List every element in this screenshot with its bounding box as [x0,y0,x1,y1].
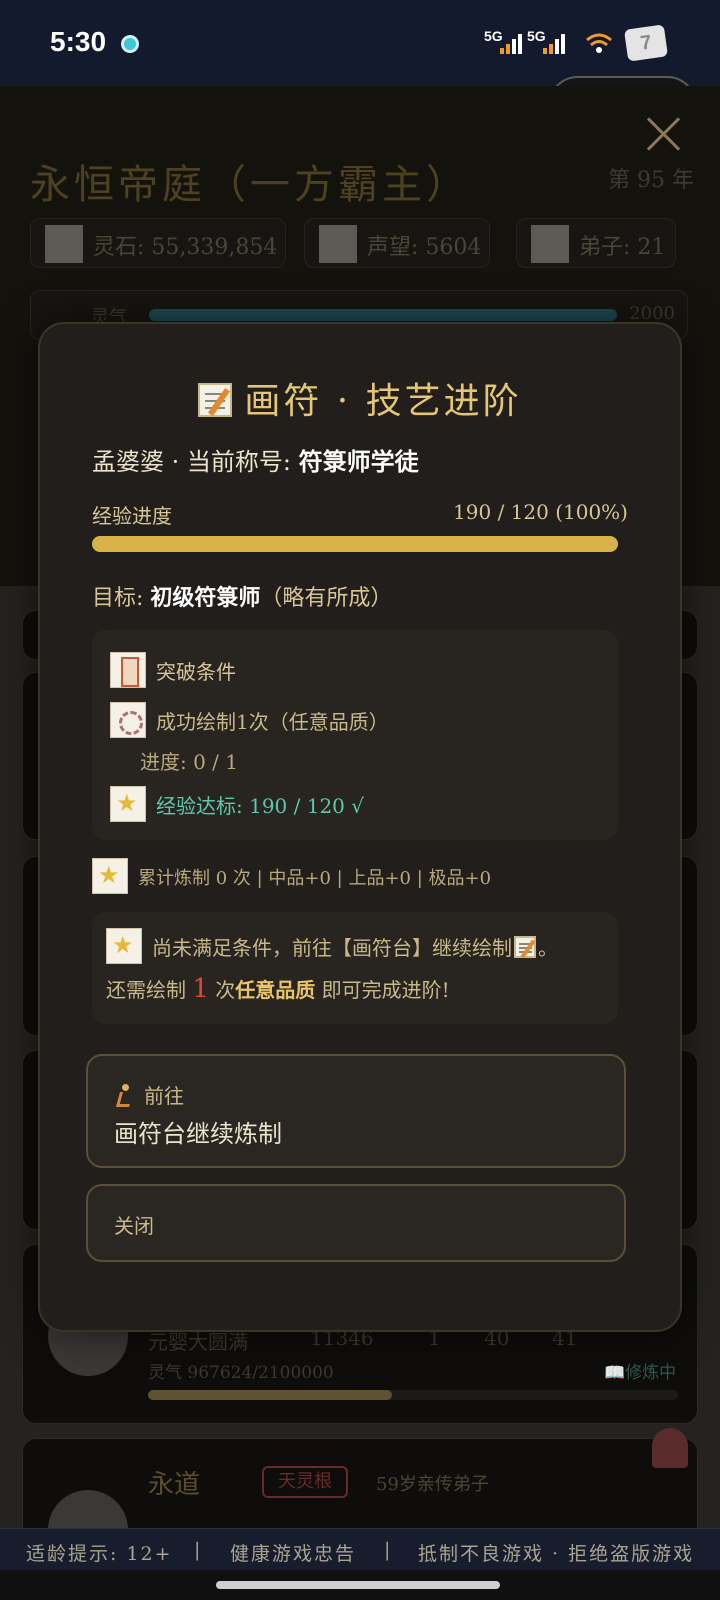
battery-icon: 7 [623,24,669,62]
condition-draw: 成功绘制1次（任意品质） [156,710,389,734]
prestige-value: 声望: 5604 [367,235,482,260]
prestige-stat: 声望: 5604 [304,218,490,268]
signal-1-icon [500,34,522,54]
talisman-icon [110,652,146,688]
notice-sep: | [384,1539,393,1561]
disciple-name: 永道 [148,1470,201,1500]
current-title: 符箓师学徒 [298,447,419,476]
root-tag: 天灵根 [262,1466,348,1498]
disciple-age: 59岁亲传弟子 [376,1474,489,1495]
required-quality: 任意品质 [235,978,316,1002]
goal-title: 初级符箓师 [150,585,261,611]
star-icon [110,786,146,822]
hint-line-1: 尚未满足条件，前往【画符台】继续绘制。 [152,936,558,960]
close-label: 关闭 [114,1214,154,1238]
close-button[interactable]: 关闭 [86,1184,626,1262]
go-label: 前往 [114,1080,184,1109]
health-advice: 健康游戏忠告 [230,1543,357,1565]
qi-value: 2000 [629,303,675,324]
star-icon [106,928,142,964]
card-status: 📖修炼中 [604,1363,677,1383]
year-label: 第 95 年 [608,168,694,193]
close-icon[interactable] [642,112,686,156]
sect-title: 永恒帝庭（一方霸主） [30,162,470,208]
notification-dot-icon [121,35,139,53]
wifi-icon [586,33,612,53]
condition-exp: 经验达标: 190 / 120 √ [156,794,364,818]
goal-line: 目标: 初级符箓师（略有所成） [92,585,393,611]
breakthrough-conditions-panel: 突破条件 成功绘制1次（任意品质） 进度: 0 / 1 经验达标: 190 / … [92,630,618,840]
star-icon [92,858,128,894]
anti-piracy: 抵制不良游戏 · 拒绝盗版游戏 [418,1543,695,1565]
siren-icon[interactable] [652,1428,688,1468]
condition-draw-progress: 进度: 0 / 1 [140,750,238,774]
hint-line-2: 还需绘制 1 次任意品质 即可完成进阶! [106,974,450,1004]
notice-sep: | [194,1539,203,1561]
age-notice: 适龄提示: 12+ [26,1543,173,1565]
dialog-title-text: 画符 · 技艺进阶 [244,381,522,422]
disciples-value: 弟子: 21 [579,235,666,260]
craft-stats-text: 累计炼制 0 次 | 中品+0 | 上品+0 | 极品+0 [138,868,492,889]
exp-value: 190 / 120 (100%) [453,500,628,524]
signal-2-icon [543,34,565,54]
hint-panel: 尚未满足条件，前往【画符台】继续绘制。 还需绘制 1 次任意品质 即可完成进阶! [92,912,618,1024]
exp-progress-fill [92,536,618,552]
qi-progress-bar [149,309,617,321]
exp-label: 经验进度 [92,504,172,528]
running-icon [114,1084,134,1106]
disciples-icon [531,225,569,263]
disciples-stat: 弟子: 21 [516,218,676,268]
home-indicator [0,1570,720,1600]
brush-icon [110,702,146,738]
go-to-talisman-table-button[interactable]: 前往 画符台继续炼制 [86,1054,626,1168]
status-bar: 5:30 5G 5G 7 [0,0,720,86]
spirit-stone-stat: 灵石: 55,339,854 [30,218,286,268]
dialog-title: 画符 · 技艺进阶 [40,372,680,424]
exp-progress-bar [92,536,618,552]
go-target: 画符台继续炼制 [114,1120,282,1148]
spirit-stone-value: 灵石: 55,339,854 [93,235,278,260]
spirit-stone-icon [45,225,83,263]
skill-advance-dialog: 画符 · 技艺进阶 孟婆婆 · 当前称号: 符箓师学徒 经验进度 190 / 1… [38,322,682,1332]
remaining-count: 1 [192,974,209,1004]
memo-icon [198,383,233,417]
status-time: 5:30 [50,26,107,57]
memo-icon [514,936,536,958]
health-notice: 适龄提示: 12+ | 健康游戏忠告 | 抵制不良游戏 · 拒绝盗版游戏 [0,1528,720,1570]
card-qi-progress [148,1390,678,1400]
conditions-header: 突破条件 [156,660,236,684]
card-qi: 灵气 967624/2100000 [148,1363,334,1383]
prestige-icon [319,225,357,263]
current-title-line: 孟婆婆 · 当前称号: 符箓师学徒 [92,447,419,476]
